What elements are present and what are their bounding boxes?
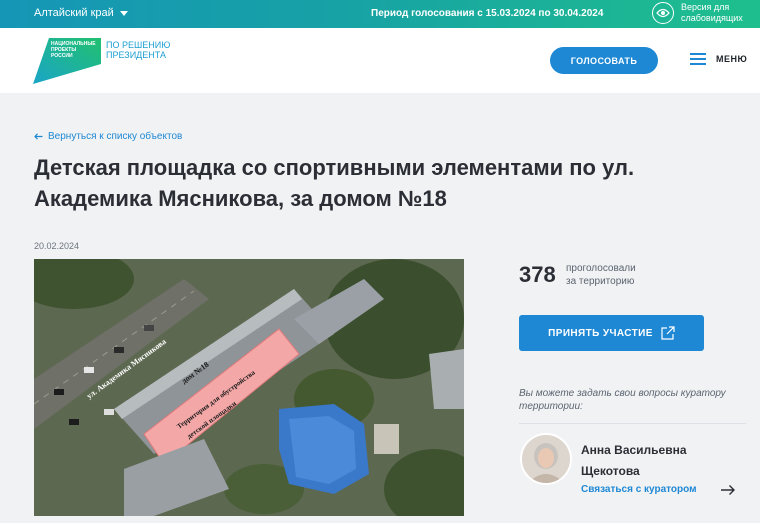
vote-count: 378 — [519, 262, 556, 287]
logo-subtitle: ПО РЕШЕНИЮ ПРЕЗИДЕНТА — [106, 40, 170, 60]
menu-button[interactable]: МЕНЮ — [690, 53, 748, 65]
logo-text: НАЦИОНАЛЬНЫЕ ПРОЕКТЫ РОССИИ — [51, 41, 96, 59]
divider — [519, 423, 746, 424]
contact-curator-link[interactable]: Связаться с куратором — [581, 484, 697, 495]
aerial-photo-graphic: ул. Академика Мясникова дом №18 Территор… — [34, 259, 464, 516]
accessibility-label-line2: слабовидящих — [681, 13, 743, 23]
territory-aerial-photo: ул. Академика Мясникова дом №18 Территор… — [34, 259, 464, 516]
vote-button[interactable]: ГОЛОСОВАТЬ — [550, 47, 658, 74]
arrow-right-icon[interactable] — [720, 484, 736, 496]
logo-subtitle-line1: ПО РЕШЕНИЮ — [106, 40, 171, 50]
accessibility-label: Версия для слабовидящих — [681, 2, 751, 24]
publish-date: 20.02.2024 — [34, 241, 80, 251]
voting-period: Период голосования с 15.03.2024 по 30.04… — [371, 8, 604, 19]
site-header: НАЦИОНАЛЬНЫЕ ПРОЕКТЫ РОССИИ ПО РЕШЕНИЮ П… — [0, 28, 760, 93]
back-to-list-link[interactable]: Вернуться к списку объектов — [34, 131, 182, 142]
participate-button[interactable]: ПРИНЯТЬ УЧАСТИЕ — [519, 315, 704, 351]
vote-count-label: проголосовали за территорию — [566, 262, 636, 288]
chevron-down-icon — [119, 10, 128, 16]
accessibility-version-toggle[interactable]: Версия для слабовидящих — [652, 2, 751, 24]
curator-name: Анна Васильевна Щекотова — [581, 443, 687, 478]
curator-photo — [522, 435, 570, 483]
back-link-label: Вернуться к списку объектов — [48, 131, 183, 142]
accessibility-label-line1: Версия для — [681, 2, 730, 12]
national-projects-logo[interactable]: НАЦИОНАЛЬНЫЕ ПРОЕКТЫ РОССИИ — [33, 38, 103, 84]
external-link-icon — [661, 326, 675, 340]
top-bar: Алтайский край Период голосования с 15.0… — [0, 0, 760, 28]
eye-icon — [652, 2, 674, 24]
logo-subtitle-line2: ПРЕЗИДЕНТА — [106, 50, 166, 60]
participate-label: ПРИНЯТЬ УЧАСТИЕ — [548, 327, 653, 339]
menu-label: МЕНЮ — [716, 53, 748, 64]
curator-hint: Вы можете задать свои вопросы куратору т… — [519, 388, 726, 412]
vote-count-label-line2: за территорию — [566, 276, 635, 287]
region-label: Алтайский край — [34, 7, 114, 19]
vote-count-label-line1: проголосовали — [566, 263, 636, 274]
region-selector[interactable]: Алтайский край — [34, 7, 128, 19]
arrow-left-icon — [34, 133, 43, 140]
hamburger-icon — [690, 53, 706, 65]
page-title: Детская площадка со спортивными элемента… — [34, 155, 635, 211]
curator-avatar — [520, 433, 572, 485]
